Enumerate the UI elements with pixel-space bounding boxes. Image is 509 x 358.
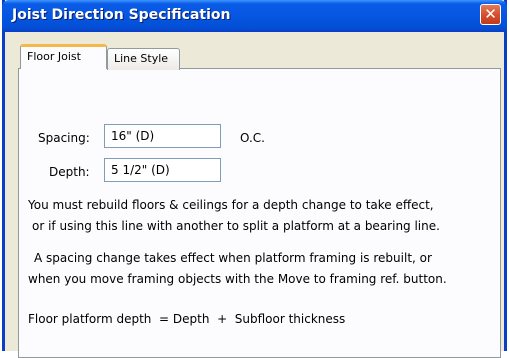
spacing-suffix: O.C. xyxy=(240,131,265,145)
note-depth-line2: or if using this line with another to sp… xyxy=(32,219,440,233)
close-icon: ✕ xyxy=(484,5,497,23)
dialog-window: Joist Direction Specification ✕ Floor Jo… xyxy=(2,0,507,358)
title-bar[interactable]: Joist Direction Specification ✕ xyxy=(2,0,507,32)
note-spacing-line1: A spacing change takes effect when platf… xyxy=(34,251,432,265)
note-depth-line1: You must rebuild floors & ceilings for a… xyxy=(28,198,434,212)
window-title: Joist Direction Specification xyxy=(12,7,231,23)
tab-line-style[interactable]: Line Style xyxy=(107,48,180,70)
depth-label: Depth: xyxy=(49,165,90,179)
tab-panel: Spacing: O.C. Depth: You must rebuild fl… xyxy=(18,68,501,358)
tab-floor-joist-label: Floor Joist xyxy=(27,50,81,63)
note-spacing-change: A spacing change takes effect when platf… xyxy=(28,248,447,290)
spacing-input[interactable] xyxy=(104,124,221,148)
note-spacing-line2: when you move framing objects with the M… xyxy=(28,272,447,286)
spacing-label: Spacing: xyxy=(38,131,90,145)
formula-text: Floor platform depth = Depth + Subfloor … xyxy=(28,312,346,326)
depth-input[interactable] xyxy=(104,158,221,182)
tab-floor-joist[interactable]: Floor Joist xyxy=(20,44,107,69)
tab-line-style-label: Line Style xyxy=(114,52,169,65)
close-button[interactable]: ✕ xyxy=(480,4,501,25)
note-depth-change: You must rebuild floors & ceilings for a… xyxy=(28,195,440,237)
